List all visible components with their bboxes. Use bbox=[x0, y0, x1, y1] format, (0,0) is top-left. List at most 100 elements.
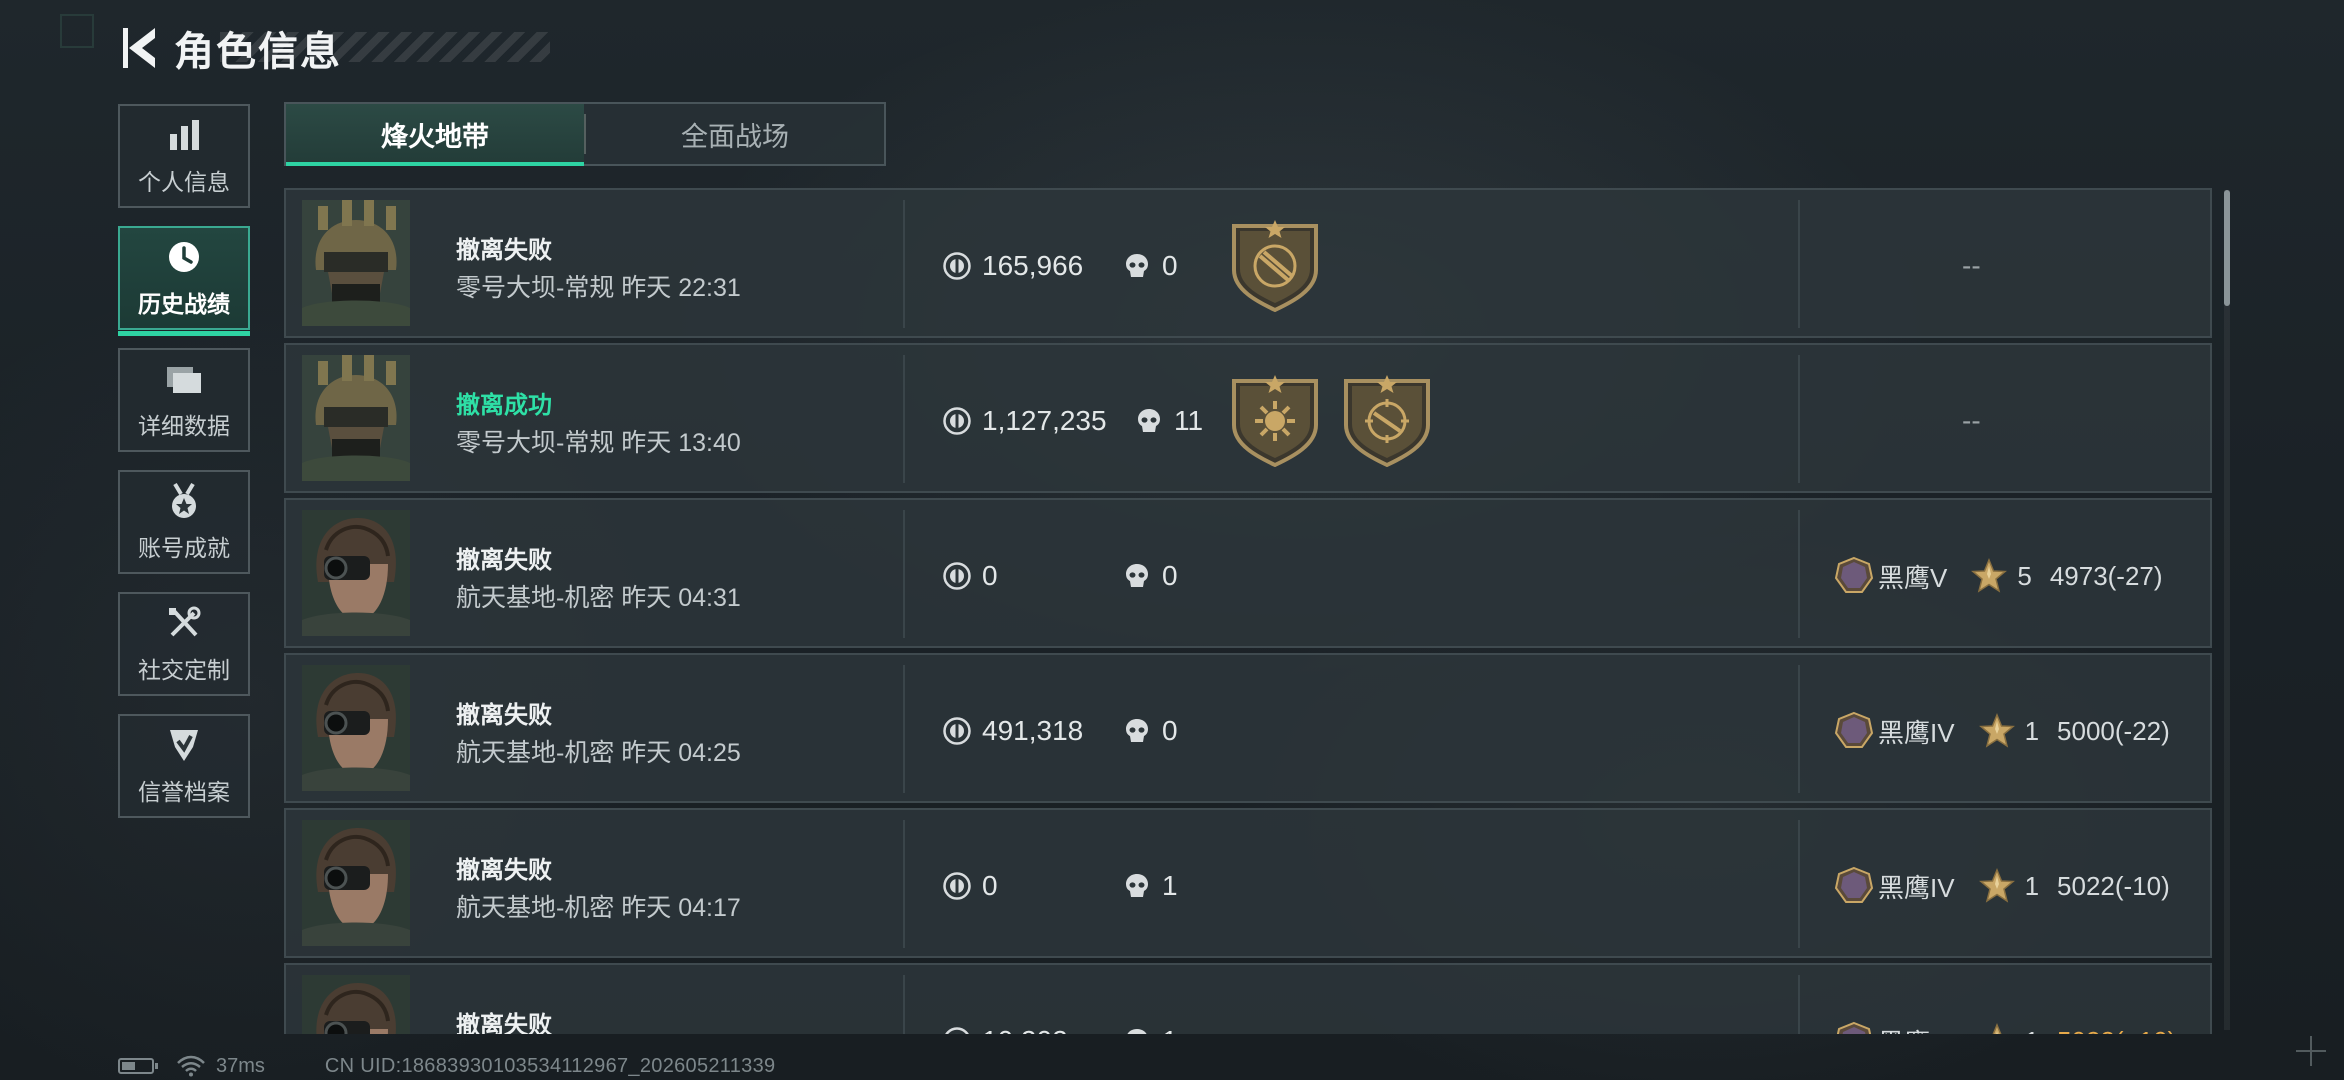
medal-list bbox=[1230, 218, 1342, 312]
ping-text: 37ms bbox=[216, 1054, 265, 1077]
rifle-medal-icon[interactable] bbox=[1230, 218, 1320, 312]
rank-empty: -- bbox=[1962, 405, 1981, 436]
row-divider bbox=[1798, 820, 1800, 948]
sidebar-item-label: 个人信息 bbox=[138, 169, 230, 195]
loot-value: 0 bbox=[942, 870, 998, 902]
battery-icon bbox=[118, 1058, 158, 1074]
row-divider bbox=[903, 820, 905, 948]
match-record-row[interactable]: 撤离失败 航天基地-机密 昨天 04:17 0 1 黑鹰IV 1 5022(-1… bbox=[284, 808, 2212, 958]
rank-name: 黑鹰IV bbox=[1878, 1023, 1955, 1035]
sidebar-item-social-custom[interactable]: 社交定制 bbox=[118, 592, 250, 696]
coin-icon bbox=[942, 251, 972, 281]
row-divider bbox=[1798, 665, 1800, 793]
medal-list bbox=[1230, 373, 1454, 467]
star-icon bbox=[1979, 1023, 2015, 1034]
coin-icon bbox=[942, 1026, 972, 1034]
rank-score: 5000(-22) bbox=[2057, 715, 2170, 746]
rank-info: 黑鹰IV 1 5000(-22) bbox=[1834, 711, 2170, 751]
coin-icon bbox=[942, 871, 972, 901]
rank-stars: 1 bbox=[2024, 715, 2040, 746]
sidebar-item-detailed-data[interactable]: 详细数据 bbox=[118, 348, 250, 452]
back-arrow-icon bbox=[123, 28, 155, 68]
rank-name: 黑鹰IV bbox=[1878, 872, 1955, 903]
loot-value-text: 10,202 bbox=[982, 1025, 1068, 1034]
rank-stars: 1 bbox=[2024, 870, 2040, 901]
loot-value: 165,966 bbox=[942, 250, 1083, 282]
crosshair-medal-icon[interactable] bbox=[1342, 373, 1432, 467]
coin-icon bbox=[942, 716, 972, 746]
bar-chart-icon bbox=[164, 115, 204, 155]
burst-medal-icon[interactable] bbox=[1230, 373, 1320, 467]
operator-avatar bbox=[302, 820, 410, 946]
operator-avatar bbox=[302, 665, 410, 791]
page-title: 角色信息 bbox=[174, 30, 342, 74]
medal-icon bbox=[164, 481, 204, 521]
row-divider bbox=[903, 510, 905, 638]
back-button[interactable] bbox=[118, 22, 162, 74]
rank-name: 黑鹰V bbox=[1878, 562, 1948, 593]
wifi-icon bbox=[177, 1055, 205, 1077]
match-record-row[interactable]: 撤离失败 10,202 1 黑鹰IV 1 5032(+10) bbox=[284, 963, 2212, 1034]
extraction-result: 撤离失败 bbox=[456, 237, 552, 264]
loot-value: 10,202 bbox=[942, 1025, 1068, 1034]
sidebar-item-credit-record[interactable]: 信誉档案 bbox=[118, 714, 250, 818]
skull-icon bbox=[1122, 561, 1152, 591]
kill-count: 1 bbox=[1122, 1025, 1178, 1034]
match-record-row[interactable]: 撤离失败 航天基地-机密 昨天 04:31 0 0 黑鹰V 5 4973(-27… bbox=[284, 498, 2212, 648]
tab-hazard-zone[interactable]: 烽火地带 bbox=[286, 104, 584, 166]
row-divider bbox=[903, 355, 905, 483]
uid-text: CN UID:1868393010353411296​7_20260521133… bbox=[324, 1054, 776, 1077]
status-bar: 37ms CN UID:1868393010353411296​7_202605… bbox=[118, 1054, 775, 1078]
rank-info: 黑鹰IV 1 5022(-10) bbox=[1834, 866, 2170, 906]
rank-badge-icon bbox=[1834, 866, 1874, 906]
operator-avatar bbox=[302, 200, 410, 326]
loot-value: 0 bbox=[942, 560, 998, 592]
match-history-list[interactable]: 撤离失败 零号大坝-常规 昨天 22:31 165,966 0 -- 撤离成功 … bbox=[284, 188, 2212, 1034]
sidebar-item-achievements[interactable]: 账号成就 bbox=[118, 470, 250, 574]
loot-value-text: 0 bbox=[982, 870, 998, 901]
extraction-result: 撤离成功 bbox=[456, 392, 552, 419]
clock-icon bbox=[164, 237, 204, 277]
map-and-time: 航天基地-机密 昨天 04:25 bbox=[456, 739, 741, 767]
page-header: 角色信息 bbox=[118, 22, 342, 74]
rank-score: 5032(+10) bbox=[2057, 1026, 2176, 1035]
scrollbar-thumb[interactable] bbox=[2224, 190, 2230, 306]
map-and-time: 零号大坝-常规 昨天 22:31 bbox=[456, 274, 741, 302]
skull-icon bbox=[1134, 406, 1164, 436]
folder-icon bbox=[164, 359, 204, 399]
sidebar-item-label: 信誉档案 bbox=[138, 779, 230, 805]
mode-tabs: 烽火地带 全面战场 bbox=[284, 102, 886, 166]
row-divider bbox=[1798, 510, 1800, 638]
match-record-row[interactable]: 撤离失败 航天基地-机密 昨天 04:25 491,318 0 黑鹰IV 1 5… bbox=[284, 653, 2212, 803]
scrollbar-track[interactable] bbox=[2224, 190, 2230, 1030]
sidebar-item-label: 详细数据 bbox=[138, 413, 230, 439]
extraction-result: 撤离失败 bbox=[456, 702, 552, 729]
star-icon bbox=[1971, 558, 2007, 594]
kill-count-text: 11 bbox=[1174, 405, 1204, 436]
extraction-result: 撤离失败 bbox=[456, 1012, 552, 1034]
kill-count-text: 0 bbox=[1162, 250, 1178, 281]
kill-count-text: 1 bbox=[1162, 1025, 1178, 1034]
sidebar-item-match-history[interactable]: 历史战绩 bbox=[118, 226, 250, 336]
rank-score: 4973(-27) bbox=[2049, 560, 2163, 591]
match-record-row[interactable]: 撤离失败 零号大坝-常规 昨天 22:31 165,966 0 -- bbox=[284, 188, 2212, 338]
kill-count: 0 bbox=[1122, 715, 1178, 747]
sidebar-item-personal-info[interactable]: 个人信息 bbox=[118, 104, 250, 208]
loot-value-text: 1,127,235 bbox=[982, 405, 1107, 436]
star-icon bbox=[1979, 713, 2015, 749]
rank-info: 黑鹰V 5 4973(-27) bbox=[1834, 556, 2163, 596]
rank-badge-icon bbox=[1834, 556, 1874, 596]
rank-info: 黑鹰IV 1 5032(+10) bbox=[1834, 1021, 2176, 1034]
sidebar-item-label: 账号成就 bbox=[138, 535, 230, 561]
extraction-result: 撤离失败 bbox=[456, 857, 552, 884]
kill-count: 0 bbox=[1122, 250, 1178, 282]
sidebar: 个人信息 历史战绩 详细数据 账号成就 社交定制 信誉档案 bbox=[118, 104, 254, 836]
sidebar-item-label: 历史战绩 bbox=[138, 291, 230, 317]
match-record-row[interactable]: 撤离成功 零号大坝-常规 昨天 13:40 1,127,235 11 -- bbox=[284, 343, 2212, 493]
map-and-time: 航天基地-机密 昨天 04:31 bbox=[456, 584, 741, 612]
coin-icon bbox=[942, 561, 972, 591]
rank-empty: -- bbox=[1962, 250, 1981, 281]
tab-full-battlefield[interactable]: 全面战场 bbox=[586, 104, 884, 164]
operator-avatar bbox=[302, 510, 410, 636]
star-icon bbox=[1979, 868, 2015, 904]
